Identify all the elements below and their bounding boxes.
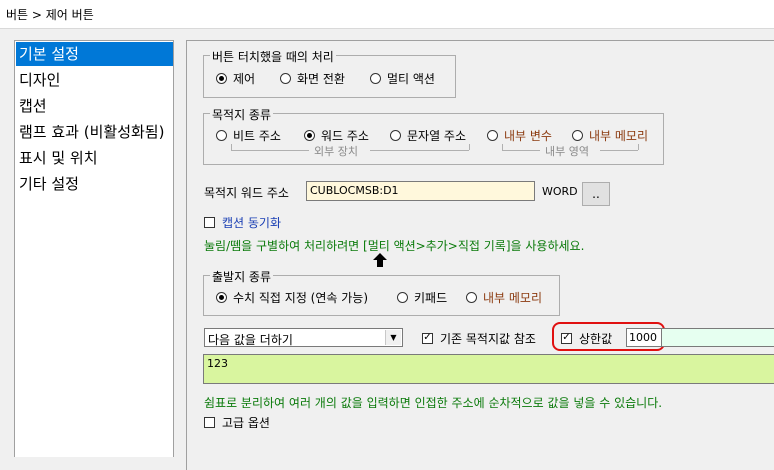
radio-internal-memory[interactable]: 내부 메모리 xyxy=(572,127,648,143)
radio-word-address-label: 워드 주소 xyxy=(321,128,369,143)
radio-direct-value[interactable]: 수치 직접 지정 (연속 가능) xyxy=(216,289,368,305)
titlebar-divider xyxy=(0,28,774,29)
address-browse-button[interactable]: .. xyxy=(582,182,610,206)
radio-source-internal-memory-dot[interactable] xyxy=(466,291,477,303)
upper-limit-box[interactable]: ✓ xyxy=(561,332,572,344)
radio-string-address[interactable]: 문자열 주소 xyxy=(390,127,466,143)
radio-screen-change[interactable]: 화면 전환 xyxy=(280,70,345,86)
radio-bit-address[interactable]: 비트 주소 xyxy=(216,127,281,143)
sidebar-item-display-position[interactable]: 표시 및 위치 xyxy=(16,146,173,170)
source-type-legend: 출발지 종류 xyxy=(210,268,274,285)
target-type-group: 목적지 종류 비트 주소 워드 주소 문자열 주소 내부 변수 내부 메모리 외… xyxy=(203,106,664,165)
settings-panel: 버튼 터치했을 때의 처리 제어 화면 전환 멀티 액션 목적지 종류 비트 주… xyxy=(186,40,774,470)
source-type-group: 출발지 종류 수치 직접 지정 (연속 가능) 키패드 내부 메모리 xyxy=(203,268,560,316)
address-unit-label: WORD xyxy=(542,185,578,198)
radio-control-label: 제어 xyxy=(233,71,256,86)
radio-string-address-label: 문자열 주소 xyxy=(407,128,467,143)
radio-multi-action-label: 멀티 액션 xyxy=(387,71,435,86)
panel-top-border xyxy=(186,40,774,41)
internal-bracket-line-right xyxy=(600,150,638,151)
advanced-options-checkbox[interactable]: 고급 옵션 xyxy=(204,414,270,430)
radio-internal-variable-label: 내부 변수 xyxy=(504,128,552,143)
sidebar-item-basic-settings[interactable]: 기본 설정 xyxy=(16,42,173,66)
operation-select[interactable]: 다음 값을 더하기 ▼ xyxy=(204,328,403,347)
operation-select-value: 다음 값을 더하기 xyxy=(208,333,293,347)
radio-screen-change-label: 화면 전환 xyxy=(297,71,345,86)
caption-sync-checkbox[interactable]: 캡션 동기화 xyxy=(204,214,281,230)
touch-action-group: 버튼 터치했을 때의 처리 제어 화면 전환 멀티 액션 xyxy=(203,48,456,98)
external-device-label: 외부 장치 xyxy=(314,145,358,158)
caption-sync-label: 캡션 동기화 xyxy=(222,215,282,230)
external-bracket-line-right xyxy=(370,150,469,151)
touch-action-legend: 버튼 터치했을 때의 처리 xyxy=(210,48,336,65)
internal-area-label: 내부 영역 xyxy=(545,145,589,158)
radio-multi-action[interactable]: 멀티 액션 xyxy=(370,70,435,86)
window-titlebar: 버튼 > 제어 버튼 xyxy=(0,0,774,28)
radio-string-address-dot[interactable] xyxy=(390,129,401,141)
advanced-options-box[interactable] xyxy=(204,416,215,428)
up-arrow-icon xyxy=(373,253,387,267)
radio-source-internal-memory-label: 내부 메모리 xyxy=(483,290,543,305)
radio-word-address-dot[interactable] xyxy=(304,129,315,141)
upper-limit-input-extension xyxy=(662,328,774,347)
multi-action-hint: 눌림/뗌을 구별하여 처리하려면 [멀티 액션>추가>직접 기록]을 사용하세요… xyxy=(204,239,585,253)
upper-limit-label: 상한값 xyxy=(579,331,613,346)
upper-limit-checkbox[interactable]: ✓ 상한값 xyxy=(561,330,612,346)
radio-direct-value-dot[interactable] xyxy=(216,291,227,303)
radio-control[interactable]: 제어 xyxy=(216,70,255,86)
radio-bit-address-dot[interactable] xyxy=(216,129,227,141)
radio-source-internal-memory[interactable]: 내부 메모리 xyxy=(466,289,542,305)
radio-keypad-label: 키패드 xyxy=(414,290,448,305)
radio-internal-memory-label: 내부 메모리 xyxy=(589,128,649,143)
internal-bracket-line-left xyxy=(502,150,540,151)
values-input[interactable]: 123 xyxy=(203,354,774,384)
radio-control-dot[interactable] xyxy=(216,72,227,84)
chevron-down-icon[interactable]: ▼ xyxy=(385,330,401,345)
reference-existing-checkbox[interactable]: ✓ 기존 목적지값 참조 xyxy=(422,330,536,346)
radio-word-address[interactable]: 워드 주소 xyxy=(304,127,369,143)
target-type-legend: 목적지 종류 xyxy=(210,106,274,123)
radio-bit-address-label: 비트 주소 xyxy=(233,128,281,143)
sidebar-item-design[interactable]: 디자인 xyxy=(16,68,173,92)
radio-keypad[interactable]: 키패드 xyxy=(397,289,447,305)
internal-bracket-right xyxy=(638,144,639,150)
sidebar: 기본 설정 디자인 캡션 램프 효과 (비활성화됨) 표시 및 위치 기타 설정 xyxy=(14,40,174,457)
advanced-options-label: 고급 옵션 xyxy=(222,415,270,430)
radio-multi-action-dot[interactable] xyxy=(370,72,381,84)
radio-internal-variable-dot[interactable] xyxy=(487,129,498,141)
values-hint: 쉼표로 분리하여 여러 개의 값을 입력하면 인접한 주소에 순차적으로 값을 … xyxy=(204,396,663,410)
sidebar-item-other-settings[interactable]: 기타 설정 xyxy=(16,172,173,196)
window-title: 버튼 > 제어 버튼 xyxy=(6,8,94,22)
panel-left-border xyxy=(186,40,187,470)
target-word-address-input[interactable]: CUBLOCMSB:D1 xyxy=(306,181,535,201)
reference-existing-label: 기존 목적지값 참조 xyxy=(440,331,536,346)
upper-limit-input[interactable]: 1000 xyxy=(626,328,662,347)
radio-keypad-dot[interactable] xyxy=(397,291,408,303)
sidebar-item-caption[interactable]: 캡션 xyxy=(16,94,173,118)
radio-screen-change-dot[interactable] xyxy=(280,72,291,84)
target-word-address-label: 목적지 워드 주소 xyxy=(204,186,289,200)
sidebar-item-lamp-effect[interactable]: 램프 효과 (비활성화됨) xyxy=(16,120,173,144)
radio-direct-value-label: 수치 직접 지정 (연속 가능) xyxy=(233,290,369,305)
radio-internal-variable[interactable]: 내부 변수 xyxy=(487,127,552,143)
caption-sync-box[interactable] xyxy=(204,216,215,228)
external-bracket-right xyxy=(469,144,470,150)
external-bracket-line-left xyxy=(231,150,309,151)
reference-existing-box[interactable]: ✓ xyxy=(422,332,433,344)
radio-internal-memory-dot[interactable] xyxy=(572,129,583,141)
